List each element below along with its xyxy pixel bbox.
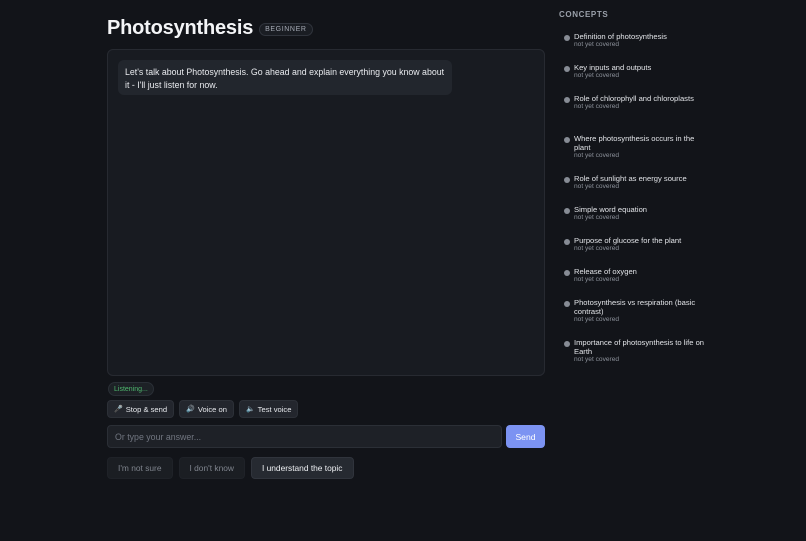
test-voice-label: Test voice (257, 404, 292, 414)
concept-name: Where photosynthesis occurs in the plant (574, 134, 695, 152)
concept-name: Simple word equation (574, 205, 648, 214)
concept-item: Role of chlorophyll and chloroplasts not… (564, 94, 704, 111)
chat-panel[interactable]: Let's talk about Photosynthesis. Go ahea… (107, 49, 545, 376)
lesson-header: Photosynthesis BEGINNER (107, 14, 545, 42)
voice-controls: 🎤 Stop & send 🔊 Voice on 🔈 Test voice (107, 400, 299, 418)
concept-name: Definition of photosynthesis (574, 32, 667, 41)
status-dot-icon (564, 208, 570, 214)
page-title: Photosynthesis (107, 16, 254, 39)
microphone-icon: 🎤 (114, 406, 123, 413)
concept-item: Role of sunlight as energy source not ye… (564, 174, 704, 191)
status-dot-icon (564, 239, 570, 245)
status-dot-icon (564, 301, 570, 307)
status-dot-icon (564, 137, 570, 143)
concept-status: not yet covered (574, 276, 620, 283)
concept-item: Key inputs and outputs not yet covered (564, 63, 704, 80)
voice-on-label: Voice on (197, 404, 227, 414)
voice-on-button[interactable]: 🔊 Voice on (179, 400, 234, 418)
concept-name: Importance of photosynthesis to life on … (574, 338, 705, 356)
status-dot-icon (564, 66, 570, 72)
status-dot-icon (564, 270, 570, 276)
concept-item: Simple word equation not yet covered (564, 205, 704, 222)
concept-item: Definition of photosynthesis not yet cov… (564, 32, 704, 49)
concept-item: Where photosynthesis occurs in the plant… (564, 134, 704, 160)
test-voice-button[interactable]: 🔈 Test voice (238, 400, 299, 418)
tutor-message: Let's talk about Photosynthesis. Go ahea… (118, 60, 452, 95)
concept-status: not yet covered (574, 316, 620, 323)
dont-know-button[interactable]: I don't know (178, 457, 245, 479)
status-dot-icon (564, 341, 570, 347)
concepts-sidebar: CONCEPTS Definition of photosynthesis no… (559, 10, 709, 363)
concept-item: Release of oxygen not yet covered (564, 267, 704, 284)
concept-status: not yet covered (574, 72, 620, 79)
answer-row: Send (107, 425, 545, 448)
concept-status: not yet covered (574, 103, 620, 110)
concept-name: Release of oxygen (574, 267, 637, 276)
not-sure-button[interactable]: I'm not sure (107, 457, 173, 479)
listening-status: Listening... (108, 382, 154, 396)
concept-item: Purpose of glucose for the plant not yet… (564, 236, 704, 253)
status-dot-icon (564, 35, 570, 41)
concept-name: Purpose of glucose for the plant (574, 236, 682, 245)
concept-status: not yet covered (574, 356, 620, 363)
concept-name: Key inputs and outputs (574, 63, 652, 72)
status-dot-icon (564, 177, 570, 183)
title-row: Photosynthesis BEGINNER (107, 14, 545, 42)
send-button[interactable]: Send (506, 425, 545, 448)
speaker-icon: 🔊 (186, 406, 195, 413)
concept-status: not yet covered (574, 214, 620, 221)
concept-name: Role of sunlight as energy source (574, 174, 687, 183)
concept-status: not yet covered (574, 245, 620, 252)
concepts-title: CONCEPTS (559, 10, 609, 19)
concept-status: not yet covered (574, 183, 620, 190)
concept-item: Importance of photosynthesis to life on … (564, 338, 704, 364)
concept-status: not yet covered (574, 152, 620, 159)
level-badge: BEGINNER (259, 22, 313, 36)
speaker-test-icon: 🔈 (245, 406, 255, 413)
concept-name: Photosynthesis vs respiration (basic con… (574, 298, 696, 316)
status-dot-icon (564, 97, 570, 103)
answer-input[interactable] (107, 425, 502, 448)
stop-and-send-button[interactable]: 🎤 Stop & send (107, 400, 175, 418)
quick-replies: I'm not sure I don't know I understand t… (107, 457, 354, 479)
concept-status: not yet covered (574, 41, 620, 48)
understand-topic-button[interactable]: I understand the topic (250, 457, 354, 479)
stop-and-send-label: Stop & send (125, 404, 168, 414)
concept-name: Role of chlorophyll and chloroplasts (574, 94, 694, 103)
concept-item: Photosynthesis vs respiration (basic con… (564, 298, 704, 324)
